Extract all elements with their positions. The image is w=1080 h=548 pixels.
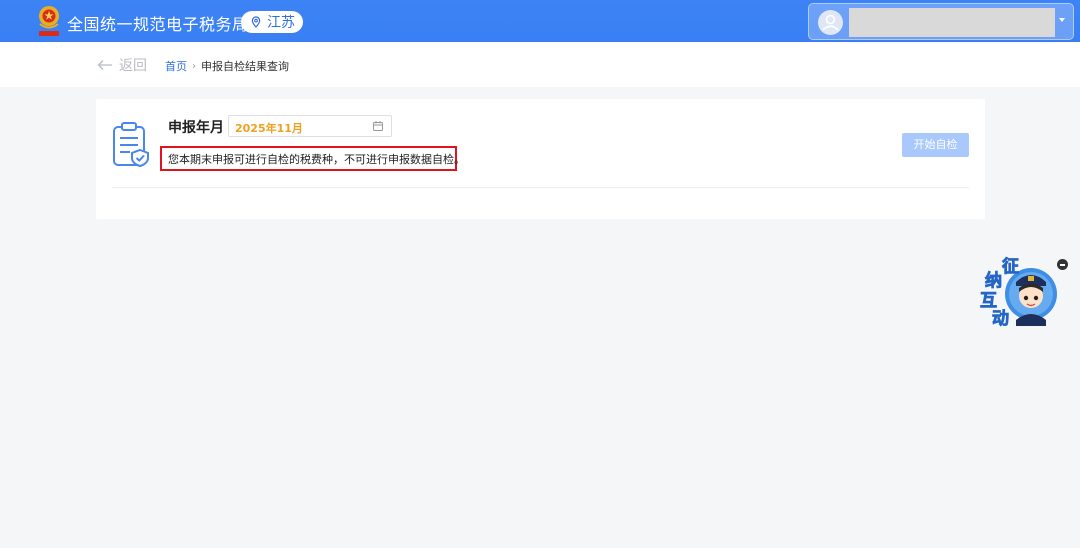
user-name-redacted — [849, 8, 1055, 37]
widget-minimize-icon[interactable] — [1057, 259, 1068, 270]
period-label: 申报年月 — [168, 120, 224, 136]
widget-char-2: 纳 — [985, 270, 1002, 291]
period-date-value: 2025年11月 — [235, 122, 303, 135]
calendar-icon — [373, 121, 383, 131]
notice-message: 您本期末申报可进行自检的税费种，不可进行申报数据自检。 — [160, 146, 465, 171]
breadcrumb-bar: 返回 首页 › 申报自检结果查询 — [0, 42, 1080, 87]
widget-char-3: 互 — [980, 291, 997, 311]
region-selector[interactable]: 江苏 — [241, 11, 303, 33]
region-label: 江苏 — [267, 15, 295, 31]
avatar — [818, 10, 843, 35]
caret-down-icon[interactable] — [1059, 18, 1065, 22]
breadcrumb-current: 申报自检结果查询 — [201, 60, 289, 73]
clipboard-shield-icon — [113, 122, 149, 168]
chevron-right-icon: › — [192, 60, 196, 72]
widget-char-4: 动 — [992, 309, 1009, 329]
assistant-widget[interactable]: 征 纳 互 动 — [976, 252, 1062, 332]
breadcrumb: 首页 › 申报自检结果查询 — [165, 58, 289, 74]
location-pin-icon — [251, 16, 261, 28]
widget-char-1: 征 — [1002, 256, 1019, 277]
period-date-picker[interactable]: 2025年11月 — [228, 115, 392, 137]
breadcrumb-home-link[interactable]: 首页 — [165, 58, 187, 74]
back-label: 返回 — [119, 58, 147, 74]
tax-emblem-icon — [39, 6, 59, 36]
divider — [112, 187, 969, 188]
self-check-card: 申报年月 2025年11月 您本期末申报可进行自检的税费种，不可进行申报数据自检… — [96, 99, 985, 219]
user-icon — [822, 14, 839, 31]
app-title: 全国统一规范电子税务局 — [67, 15, 249, 34]
arrow-left-icon — [97, 60, 112, 70]
back-button[interactable]: 返回 — [97, 55, 147, 75]
top-header: 全国统一规范电子税务局 江苏 — [0, 0, 1080, 42]
user-menu[interactable] — [808, 3, 1074, 40]
start-self-check-button[interactable]: 开始自检 — [902, 133, 969, 157]
